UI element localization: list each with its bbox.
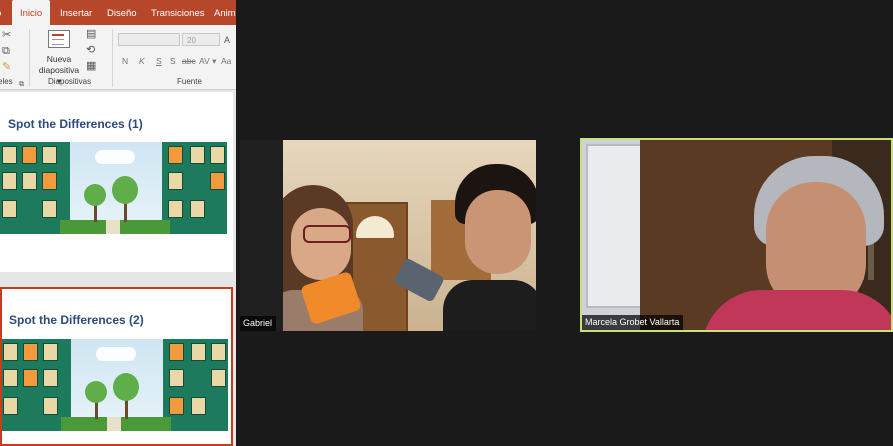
italic-button[interactable]: K	[139, 56, 145, 66]
layout-icon[interactable]: ▤	[86, 28, 96, 40]
reset-icon[interactable]: ⟲	[86, 44, 95, 56]
slides-group-label: Diapositivas	[48, 77, 92, 86]
participant-tile[interactable]: Gabriel	[240, 140, 536, 331]
slide-illustration	[0, 142, 227, 234]
slide-title: Spot the Differences (2)	[9, 313, 144, 327]
character-spacing-button[interactable]: AV ▾	[199, 56, 216, 67]
font-size-field[interactable]: 20	[182, 33, 220, 46]
underline-button[interactable]: S	[156, 56, 162, 66]
tab-transiciones[interactable]: Transiciones	[151, 0, 205, 25]
powerpoint-window: o Inicio Insertar Diseño Transiciones An…	[0, 0, 236, 446]
clipboard-group-label: eles	[0, 77, 13, 86]
participant-name: Marcela Grobet Vallarta	[582, 315, 684, 330]
copy-icon[interactable]: ⧉	[2, 45, 10, 57]
slide-thumbnails-pane: Spot the Differences (1) Spot the Differ…	[0, 90, 236, 446]
font-name-field[interactable]	[118, 33, 180, 46]
tab-insertar[interactable]: Insertar	[60, 0, 92, 25]
shadow-button[interactable]: S	[170, 56, 176, 66]
slide-illustration	[2, 339, 228, 431]
group-divider	[29, 29, 30, 87]
tab-inicio[interactable]: Inicio	[12, 0, 51, 25]
slide-title: Spot the Differences (1)	[8, 117, 143, 131]
active-speaker-tile[interactable]: Marcela Grobet Vallarta	[580, 138, 893, 332]
slide-thumbnail-selected[interactable]: Spot the Differences (2)	[0, 287, 233, 446]
ribbon: ✂ ⧉ ✎ eles ⧉ Nueva diapositiva ▾ ▤ ⟲ ▦ D…	[0, 25, 236, 90]
strikethrough-button[interactable]: abc	[182, 56, 196, 66]
new-slide-icon	[48, 30, 70, 48]
cut-icon[interactable]: ✂	[2, 29, 11, 41]
tab-diseno[interactable]: Diseño	[107, 0, 137, 25]
tab-animaciones[interactable]: Anim	[214, 0, 236, 25]
tab-file[interactable]: o	[0, 0, 1, 25]
change-case-button[interactable]: Aa	[221, 56, 231, 66]
format-painter-icon[interactable]: ✎	[2, 61, 11, 73]
bold-button[interactable]: N	[122, 56, 128, 66]
new-slide-label: Nueva	[46, 54, 72, 64]
font-group-label: Fuente	[177, 77, 202, 86]
ribbon-tab-bar: o Inicio Insertar Diseño Transiciones An…	[0, 0, 236, 25]
slide-thumbnail[interactable]: Spot the Differences (1)	[0, 92, 233, 272]
participant-video	[283, 140, 536, 331]
group-divider	[112, 29, 113, 87]
participant-name: Gabriel	[240, 316, 277, 331]
grow-font-icon[interactable]: A	[224, 34, 230, 46]
section-icon[interactable]: ▦	[86, 60, 96, 72]
